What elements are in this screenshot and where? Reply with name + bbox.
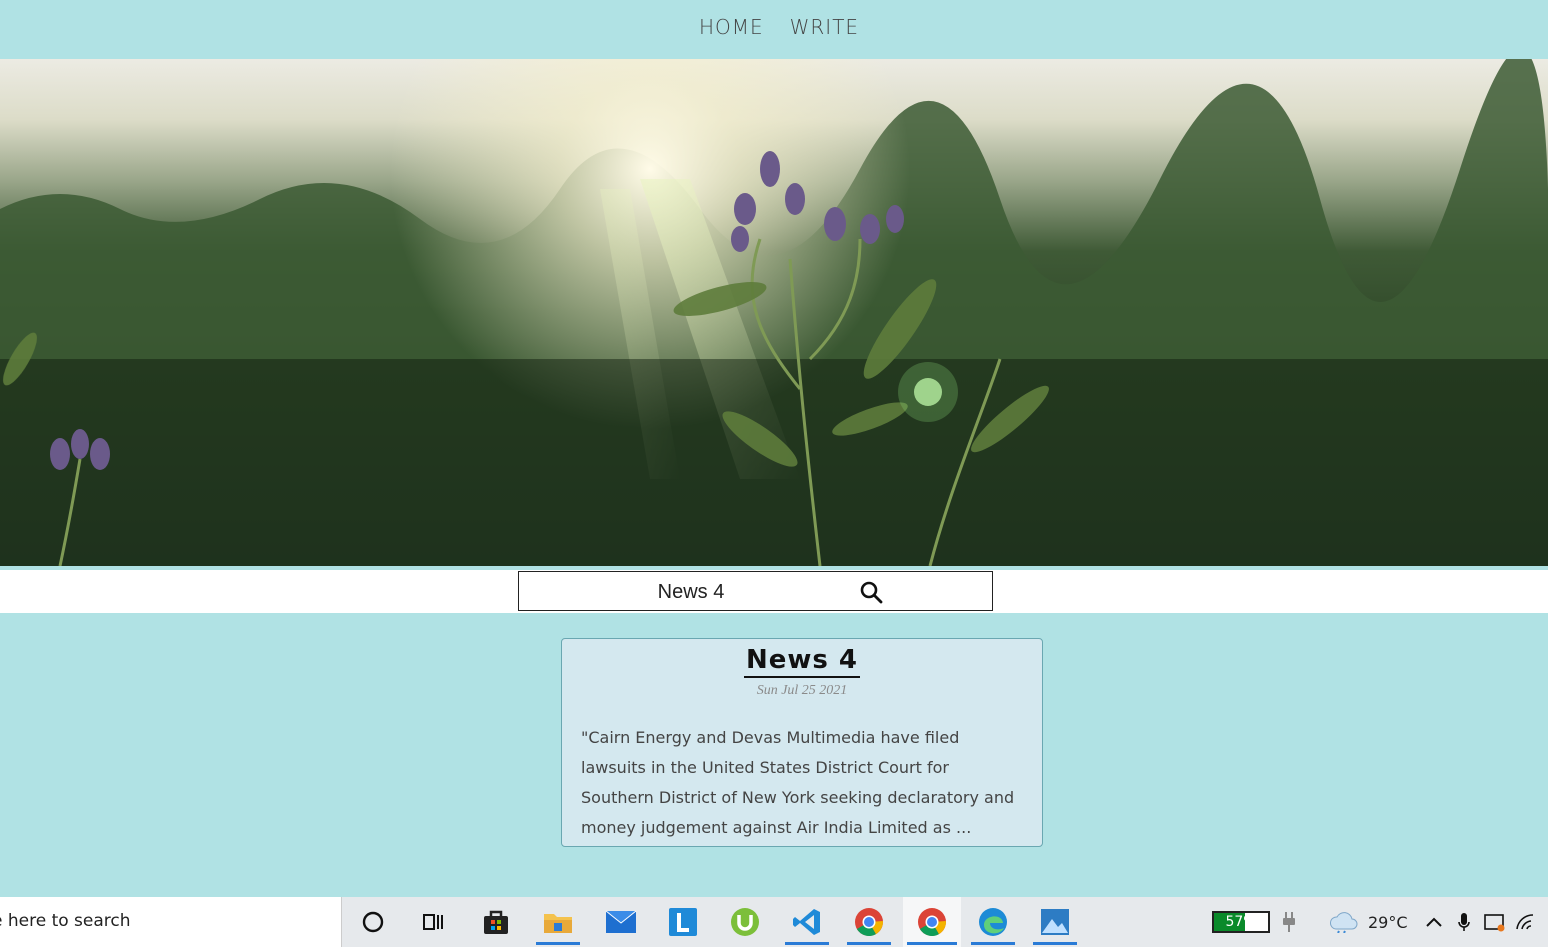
- network-status-icon[interactable]: [1481, 897, 1509, 947]
- post-date: Sun Jul 25 2021: [756, 683, 848, 698]
- battery-percent-label: 57%: [1225, 914, 1257, 930]
- nav-home-link[interactable]: HOME: [699, 15, 764, 39]
- search-box: [518, 571, 993, 611]
- vscode-icon[interactable]: [781, 897, 833, 947]
- post-title-link[interactable]: News 4: [743, 645, 861, 678]
- mail-icon[interactable]: [595, 897, 647, 947]
- post-title: News 4: [562, 645, 1042, 678]
- photos-icon[interactable]: [1029, 897, 1081, 947]
- utorrent-icon[interactable]: [719, 897, 771, 947]
- chrome-icon[interactable]: [843, 897, 895, 947]
- wifi-icon[interactable]: [1511, 897, 1539, 947]
- windows-taskbar: e here to search: [0, 897, 1548, 947]
- search-input[interactable]: [529, 578, 853, 606]
- nav-write-link[interactable]: WRITE: [790, 15, 859, 39]
- chevron-up-icon[interactable]: [1420, 897, 1448, 947]
- taskbar-search-placeholder: e here to search: [0, 911, 131, 931]
- l-app-icon[interactable]: [657, 897, 709, 947]
- post-card[interactable]: News 4 Sun Jul 25 2021 "Cairn Energy and…: [561, 638, 1043, 847]
- weather-cloud-icon[interactable]: [1326, 897, 1360, 947]
- file-explorer-icon[interactable]: [532, 897, 584, 947]
- top-navbar: HOME WRITE: [0, 0, 1548, 59]
- edge-icon[interactable]: [967, 897, 1019, 947]
- cortana-icon[interactable]: [347, 897, 399, 947]
- store-icon[interactable]: [470, 897, 522, 947]
- nav-links: HOME WRITE: [699, 15, 859, 39]
- chrome-icon-active[interactable]: [903, 897, 961, 947]
- microphone-icon[interactable]: [1450, 897, 1478, 947]
- battery-indicator[interactable]: 57%: [1212, 911, 1270, 933]
- search-icon[interactable]: [859, 580, 883, 604]
- temperature-label: 29°C: [1368, 913, 1408, 932]
- search-bar-strip: [0, 570, 1548, 613]
- hero-banner-image: [0, 59, 1548, 566]
- power-plug-icon[interactable]: [1275, 897, 1303, 947]
- post-excerpt: "Cairn Energy and Devas Multimedia have …: [581, 728, 1015, 837]
- hero-illustration: [0, 59, 1548, 566]
- task-view-icon[interactable]: [407, 897, 459, 947]
- taskbar-search-field[interactable]: e here to search: [0, 897, 342, 947]
